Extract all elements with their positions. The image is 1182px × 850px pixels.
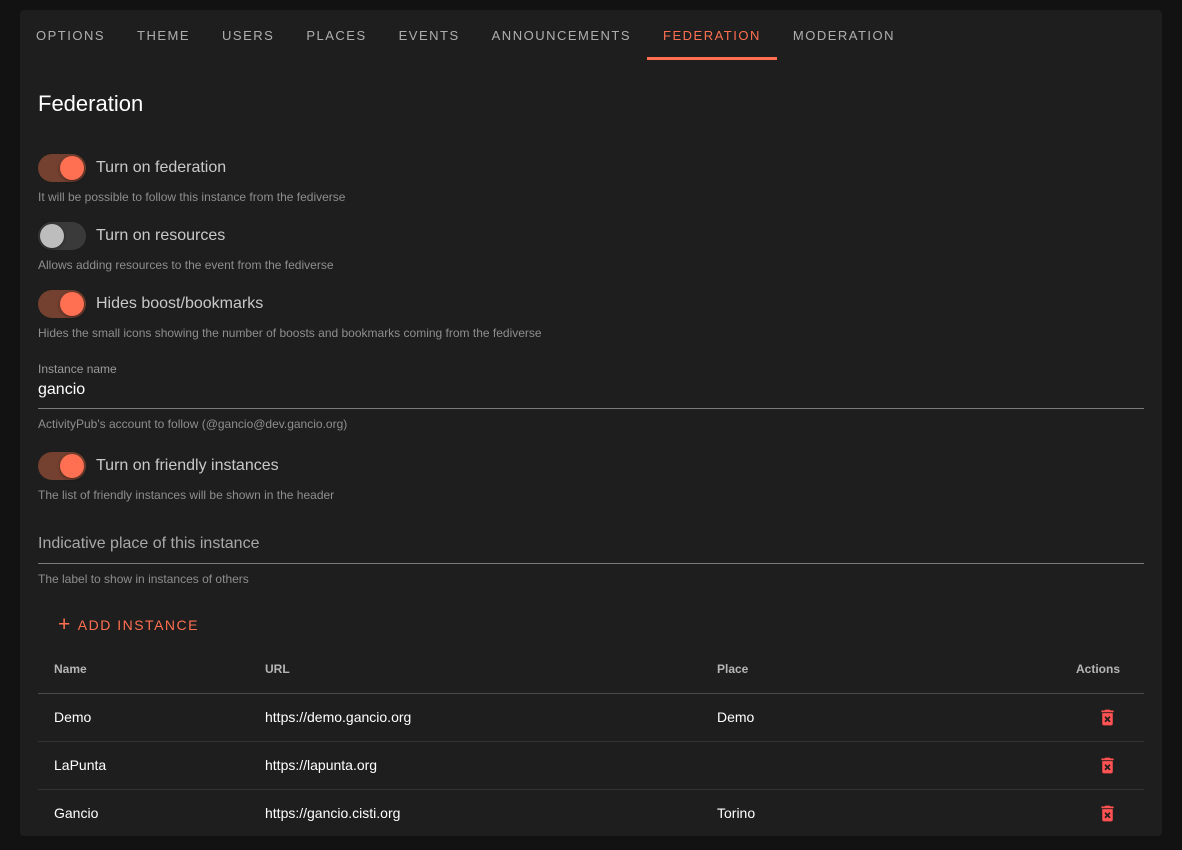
cell-url: https://demo.gancio.org bbox=[249, 693, 701, 741]
delete-forever-icon bbox=[1097, 707, 1118, 728]
instance-place-input[interactable] bbox=[38, 533, 1144, 564]
tab-events[interactable]: EVENTS bbox=[383, 10, 476, 60]
toggle-thumb bbox=[60, 156, 84, 180]
toggle-thumb bbox=[60, 292, 84, 316]
instance-place-hint: The label to show in instances of others bbox=[38, 572, 1144, 586]
tab-options[interactable]: OPTIONS bbox=[20, 10, 121, 60]
instance-name-hint: ActivityPub's account to follow (@gancio… bbox=[38, 417, 1144, 431]
table-header-row: Name URL Place Actions bbox=[38, 645, 1144, 693]
hide-boost-toggle-hint: Hides the small icons showing the number… bbox=[38, 326, 1144, 340]
delete-instance-button[interactable] bbox=[1095, 801, 1120, 826]
instance-name-input[interactable] bbox=[38, 376, 1144, 409]
tab-federation[interactable]: FEDERATION bbox=[647, 10, 777, 60]
delete-instance-button[interactable] bbox=[1095, 705, 1120, 730]
tab-places[interactable]: PLACES bbox=[290, 10, 382, 60]
tab-announcements[interactable]: ANNOUNCEMENTS bbox=[476, 10, 647, 60]
column-header-actions: Actions bbox=[1052, 645, 1144, 693]
delete-instance-button[interactable] bbox=[1095, 753, 1120, 778]
tab-theme[interactable]: THEME bbox=[121, 10, 206, 60]
friendly-instances-table: Name URL Place Actions Demo https://demo… bbox=[38, 645, 1144, 836]
toggle-thumb bbox=[40, 224, 64, 248]
setting-friendly-instances: Turn on friendly instances The list of f… bbox=[38, 452, 1144, 502]
setting-hides-boost-bookmarks: Hides boost/bookmarks Hides the small ic… bbox=[38, 290, 1144, 340]
plus-icon: + bbox=[58, 614, 72, 635]
page-title: Federation bbox=[38, 91, 1144, 117]
cell-name: LaPunta bbox=[38, 741, 249, 789]
friendly-instances-toggle-label[interactable]: Turn on friendly instances bbox=[96, 457, 279, 475]
resources-toggle-hint: Allows adding resources to the event fro… bbox=[38, 258, 1144, 272]
federation-toggle-label[interactable]: Turn on federation bbox=[96, 159, 226, 177]
instance-name-field: Instance name ActivityPub's account to f… bbox=[38, 362, 1144, 431]
federation-settings: Federation Turn on federation It will be… bbox=[20, 91, 1162, 836]
tab-moderation[interactable]: MODERATION bbox=[777, 10, 911, 60]
table-row: Demo https://demo.gancio.org Demo bbox=[38, 693, 1144, 741]
instance-place-field: The label to show in instances of others bbox=[38, 533, 1144, 586]
cell-place bbox=[701, 741, 1052, 789]
admin-tab-bar: OPTIONS THEME USERS PLACES EVENTS ANNOUN… bbox=[20, 10, 1162, 60]
friendly-instances-toggle-hint: The list of friendly instances will be s… bbox=[38, 488, 1144, 502]
delete-forever-icon bbox=[1097, 803, 1118, 824]
cell-place: Demo bbox=[701, 693, 1052, 741]
resources-toggle-label[interactable]: Turn on resources bbox=[96, 227, 225, 245]
resources-toggle[interactable] bbox=[38, 222, 86, 250]
cell-url: https://gancio.cisti.org bbox=[249, 789, 701, 836]
table-row: LaPunta https://lapunta.org bbox=[38, 741, 1144, 789]
setting-turn-on-federation: Turn on federation It will be possible t… bbox=[38, 154, 1144, 204]
table-row: Gancio https://gancio.cisti.org Torino bbox=[38, 789, 1144, 836]
add-instance-button-label: ADD INSTANCE bbox=[78, 617, 199, 633]
column-header-url: URL bbox=[249, 645, 701, 693]
column-header-place: Place bbox=[701, 645, 1052, 693]
admin-panel: OPTIONS THEME USERS PLACES EVENTS ANNOUN… bbox=[20, 10, 1162, 836]
cell-name: Gancio bbox=[38, 789, 249, 836]
federation-toggle[interactable] bbox=[38, 154, 86, 182]
column-header-name: Name bbox=[38, 645, 249, 693]
setting-turn-on-resources: Turn on resources Allows adding resource… bbox=[38, 222, 1144, 272]
add-instance-button[interactable]: + ADD INSTANCE bbox=[46, 611, 211, 639]
tab-users[interactable]: USERS bbox=[206, 10, 290, 60]
toggle-thumb bbox=[60, 454, 84, 478]
friendly-instances-toggle[interactable] bbox=[38, 452, 86, 480]
hide-boost-toggle[interactable] bbox=[38, 290, 86, 318]
instance-name-label: Instance name bbox=[38, 362, 1144, 376]
cell-url: https://lapunta.org bbox=[249, 741, 701, 789]
hide-boost-toggle-label[interactable]: Hides boost/bookmarks bbox=[96, 295, 263, 313]
cell-name: Demo bbox=[38, 693, 249, 741]
delete-forever-icon bbox=[1097, 755, 1118, 776]
federation-toggle-hint: It will be possible to follow this insta… bbox=[38, 190, 1144, 204]
cell-place: Torino bbox=[701, 789, 1052, 836]
